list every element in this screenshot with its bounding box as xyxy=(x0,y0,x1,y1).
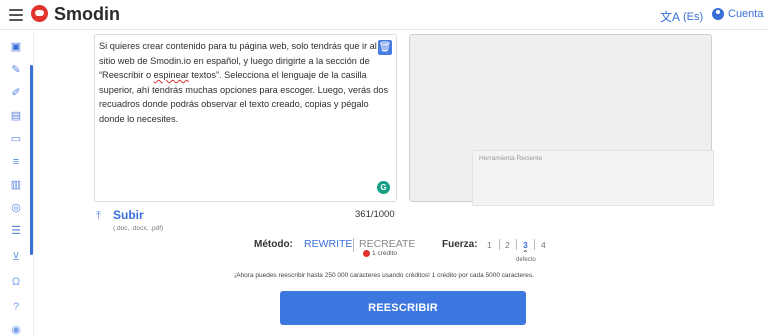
credit-badge: 1 crédito xyxy=(363,250,397,257)
recent-tools-panel: Herramienta Reciente xyxy=(472,150,714,206)
input-text-editor[interactable]: Si quieres crear contenido para tu págin… xyxy=(94,34,397,202)
menu-icon[interactable] xyxy=(9,9,23,21)
compass-icon[interactable]: ◎ xyxy=(9,202,23,214)
user-circle-icon[interactable]: ◉ xyxy=(9,324,23,336)
force-level-1[interactable]: 1 xyxy=(487,240,492,250)
cart-icon[interactable]: ⊻ xyxy=(9,251,23,263)
recent-tools-label: Herramienta Reciente xyxy=(479,155,543,162)
list-add-icon[interactable]: ☰ xyxy=(9,225,23,237)
force-level-2[interactable]: 2 xyxy=(505,240,510,250)
divider xyxy=(534,239,535,250)
rewriter-icon[interactable]: ▣ xyxy=(9,41,23,53)
pencil-icon[interactable]: ✐ xyxy=(9,87,23,99)
divider xyxy=(353,238,354,252)
book-icon[interactable]: ▥ xyxy=(9,179,23,191)
smodin-logo-icon[interactable] xyxy=(31,5,48,22)
top-bar: Smodin 文A (Es) Cuenta xyxy=(0,0,768,30)
sidebar: ▣ ✎ ✐ ▤ ▭ ≡ ▥ ◎ ☰ ⊻ Ω ? ◉ xyxy=(0,31,34,336)
misspelled-word[interactable]: espinear xyxy=(154,70,189,80)
writer-icon[interactable]: ✎ xyxy=(9,64,23,76)
trash-icon[interactable]: 🗑 xyxy=(378,40,392,55)
translate-icon: 文A xyxy=(660,10,681,24)
upload-label[interactable]: Subir xyxy=(113,208,144,222)
character-counter: 361/1000 xyxy=(355,209,395,220)
default-label: defecto xyxy=(516,257,536,263)
force-label: Fuerza: xyxy=(442,239,478,250)
credit-label: 1 crédito xyxy=(372,250,397,257)
sidebar-scrollbar[interactable] xyxy=(30,65,33,255)
divider xyxy=(516,239,517,250)
account-label: Cuenta xyxy=(728,8,764,20)
upload-icon[interactable]: ⤒ xyxy=(96,210,101,223)
language-label: (Es) xyxy=(683,10,704,23)
force-level-4[interactable]: 4 xyxy=(541,240,546,250)
help-icon[interactable]: ? xyxy=(9,301,23,313)
chat-icon[interactable]: ▤ xyxy=(9,110,23,122)
rewrite-submit-button[interactable]: REESCRIBIR xyxy=(280,291,526,325)
input-text[interactable]: Si quieres crear contenido para tu págin… xyxy=(99,39,391,126)
messages-icon[interactable]: ▭ xyxy=(9,133,23,145)
language-selector[interactable]: 文A (Es) xyxy=(660,8,703,25)
recreate-option[interactable]: RECREATE xyxy=(359,238,415,250)
divider xyxy=(499,239,500,250)
text-lines-icon[interactable]: ≡ xyxy=(9,156,23,168)
credit-icon xyxy=(363,250,370,257)
account-icon xyxy=(712,8,724,20)
rewrite-option[interactable]: REWRITE xyxy=(304,238,352,250)
method-label: Método: xyxy=(254,239,293,250)
account-button[interactable]: Cuenta xyxy=(712,8,763,20)
brand-name[interactable]: Smodin xyxy=(54,4,120,25)
upload-hint: (.doc, .docx, .pdf) xyxy=(113,225,164,232)
method-options: Método: REWRITE RECREATE 1 crédito Fuerz… xyxy=(254,238,554,263)
credits-notice: ¡Ahora puedes reescribir hasta 250 000 c… xyxy=(234,272,534,279)
grammarly-icon[interactable]: G xyxy=(377,181,390,194)
